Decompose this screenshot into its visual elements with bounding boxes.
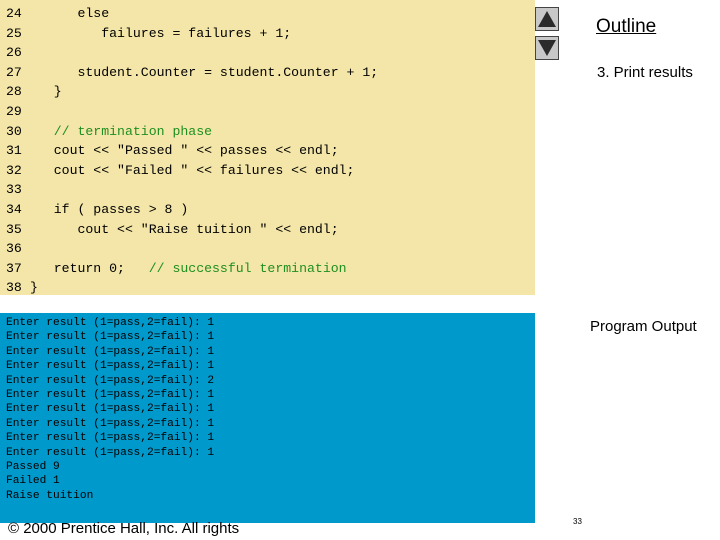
line-number: 36 bbox=[6, 241, 22, 257]
line-number: 38 bbox=[6, 280, 22, 296]
line-number: 33 bbox=[6, 182, 22, 198]
line-number: 24 bbox=[6, 6, 22, 21]
code-comment: // successful termination bbox=[124, 260, 347, 276]
code-line: 28 } bbox=[6, 82, 378, 102]
output-line: Failed 1 bbox=[6, 475, 60, 488]
triangle-up-icon bbox=[538, 11, 556, 27]
code-text: student.Counter = student.Counter + 1; bbox=[30, 64, 379, 80]
code-comment: // termination phase bbox=[30, 123, 213, 139]
previous-slide-button[interactable] bbox=[535, 7, 559, 31]
line-number: 26 bbox=[6, 45, 22, 61]
output-line: Enter result (1=pass,2=fail): 1 bbox=[6, 403, 215, 416]
code-text: } bbox=[30, 84, 62, 100]
code-line: 31 cout << "Passed " << passes << endl; bbox=[6, 141, 378, 161]
code-line: 34 if ( passes > 8 ) bbox=[6, 200, 378, 220]
code-line: 38} bbox=[6, 278, 378, 298]
code-line: 37 return 0; // successful termination bbox=[6, 259, 378, 279]
code-line: 27 student.Counter = student.Counter + 1… bbox=[6, 63, 378, 83]
code-line: 35 cout << "Raise tuition " << endl; bbox=[6, 220, 378, 240]
output-line: Raise tuition bbox=[6, 489, 94, 502]
code-line: 30 // termination phase bbox=[6, 122, 378, 142]
outline-link[interactable]: Outline bbox=[596, 16, 656, 38]
code-line: 25 failures = failures + 1; bbox=[6, 24, 378, 44]
program-output-panel: Enter result (1=pass,2=fail): 1 Enter re… bbox=[0, 313, 535, 523]
line-number: 30 bbox=[6, 123, 22, 139]
line-number: 29 bbox=[6, 103, 22, 119]
code-line: 24 else bbox=[6, 4, 378, 24]
program-output-label: Program Output bbox=[590, 318, 697, 335]
copyright-notice: © 2000 Prentice Hall, Inc. All rights bbox=[8, 520, 240, 537]
line-number: 28 bbox=[6, 84, 22, 100]
next-slide-button[interactable] bbox=[535, 36, 559, 60]
triangle-down-icon bbox=[538, 40, 556, 56]
code-text: cout << "Raise tuition " << endl; bbox=[30, 221, 339, 237]
line-number: 35 bbox=[6, 221, 22, 237]
line-number: 34 bbox=[6, 201, 22, 217]
code-line: 26 bbox=[6, 43, 378, 63]
code-text: else bbox=[30, 6, 110, 21]
line-number: 31 bbox=[6, 143, 22, 159]
code-line: 29 bbox=[6, 102, 378, 122]
code-text: return 0; bbox=[30, 260, 125, 276]
output-line: Enter result (1=pass,2=fail): 1 bbox=[6, 317, 215, 329]
code-listing: 24 else 25 failures = failures + 1; 26 2… bbox=[6, 4, 378, 298]
code-line: 36 bbox=[6, 239, 378, 259]
code-text: cout << "Failed " << failures << endl; bbox=[30, 162, 355, 178]
line-number: 32 bbox=[6, 162, 22, 178]
output-line: Enter result (1=pass,2=fail): 2 bbox=[6, 374, 215, 387]
output-line: Enter result (1=pass,2=fail): 1 bbox=[6, 432, 215, 445]
code-text: if ( passes > 8 ) bbox=[30, 201, 189, 217]
output-line: Passed 9 bbox=[6, 460, 60, 473]
page-number: 33 bbox=[573, 517, 582, 526]
line-number: 37 bbox=[6, 260, 22, 276]
line-number: 25 bbox=[6, 25, 22, 41]
output-line: Enter result (1=pass,2=fail): 1 bbox=[6, 345, 215, 358]
code-line: 32 cout << "Failed " << failures << endl… bbox=[6, 161, 378, 181]
code-text: } bbox=[30, 280, 38, 296]
output-listing: Enter result (1=pass,2=fail): 1 Enter re… bbox=[6, 316, 214, 503]
code-line: 33 bbox=[6, 180, 378, 200]
output-line: Enter result (1=pass,2=fail): 1 bbox=[6, 446, 215, 459]
code-text: cout << "Passed " << passes << endl; bbox=[30, 143, 339, 159]
output-line: Enter result (1=pass,2=fail): 1 bbox=[6, 388, 215, 401]
output-line: Enter result (1=pass,2=fail): 1 bbox=[6, 417, 215, 430]
line-number: 27 bbox=[6, 64, 22, 80]
output-line: Enter result (1=pass,2=fail): 1 bbox=[6, 331, 215, 344]
output-line: Enter result (1=pass,2=fail): 1 bbox=[6, 360, 215, 373]
source-code-panel: 24 else 25 failures = failures + 1; 26 2… bbox=[0, 0, 535, 295]
code-text: failures = failures + 1; bbox=[30, 25, 292, 41]
section-label: 3. Print results bbox=[597, 64, 693, 81]
